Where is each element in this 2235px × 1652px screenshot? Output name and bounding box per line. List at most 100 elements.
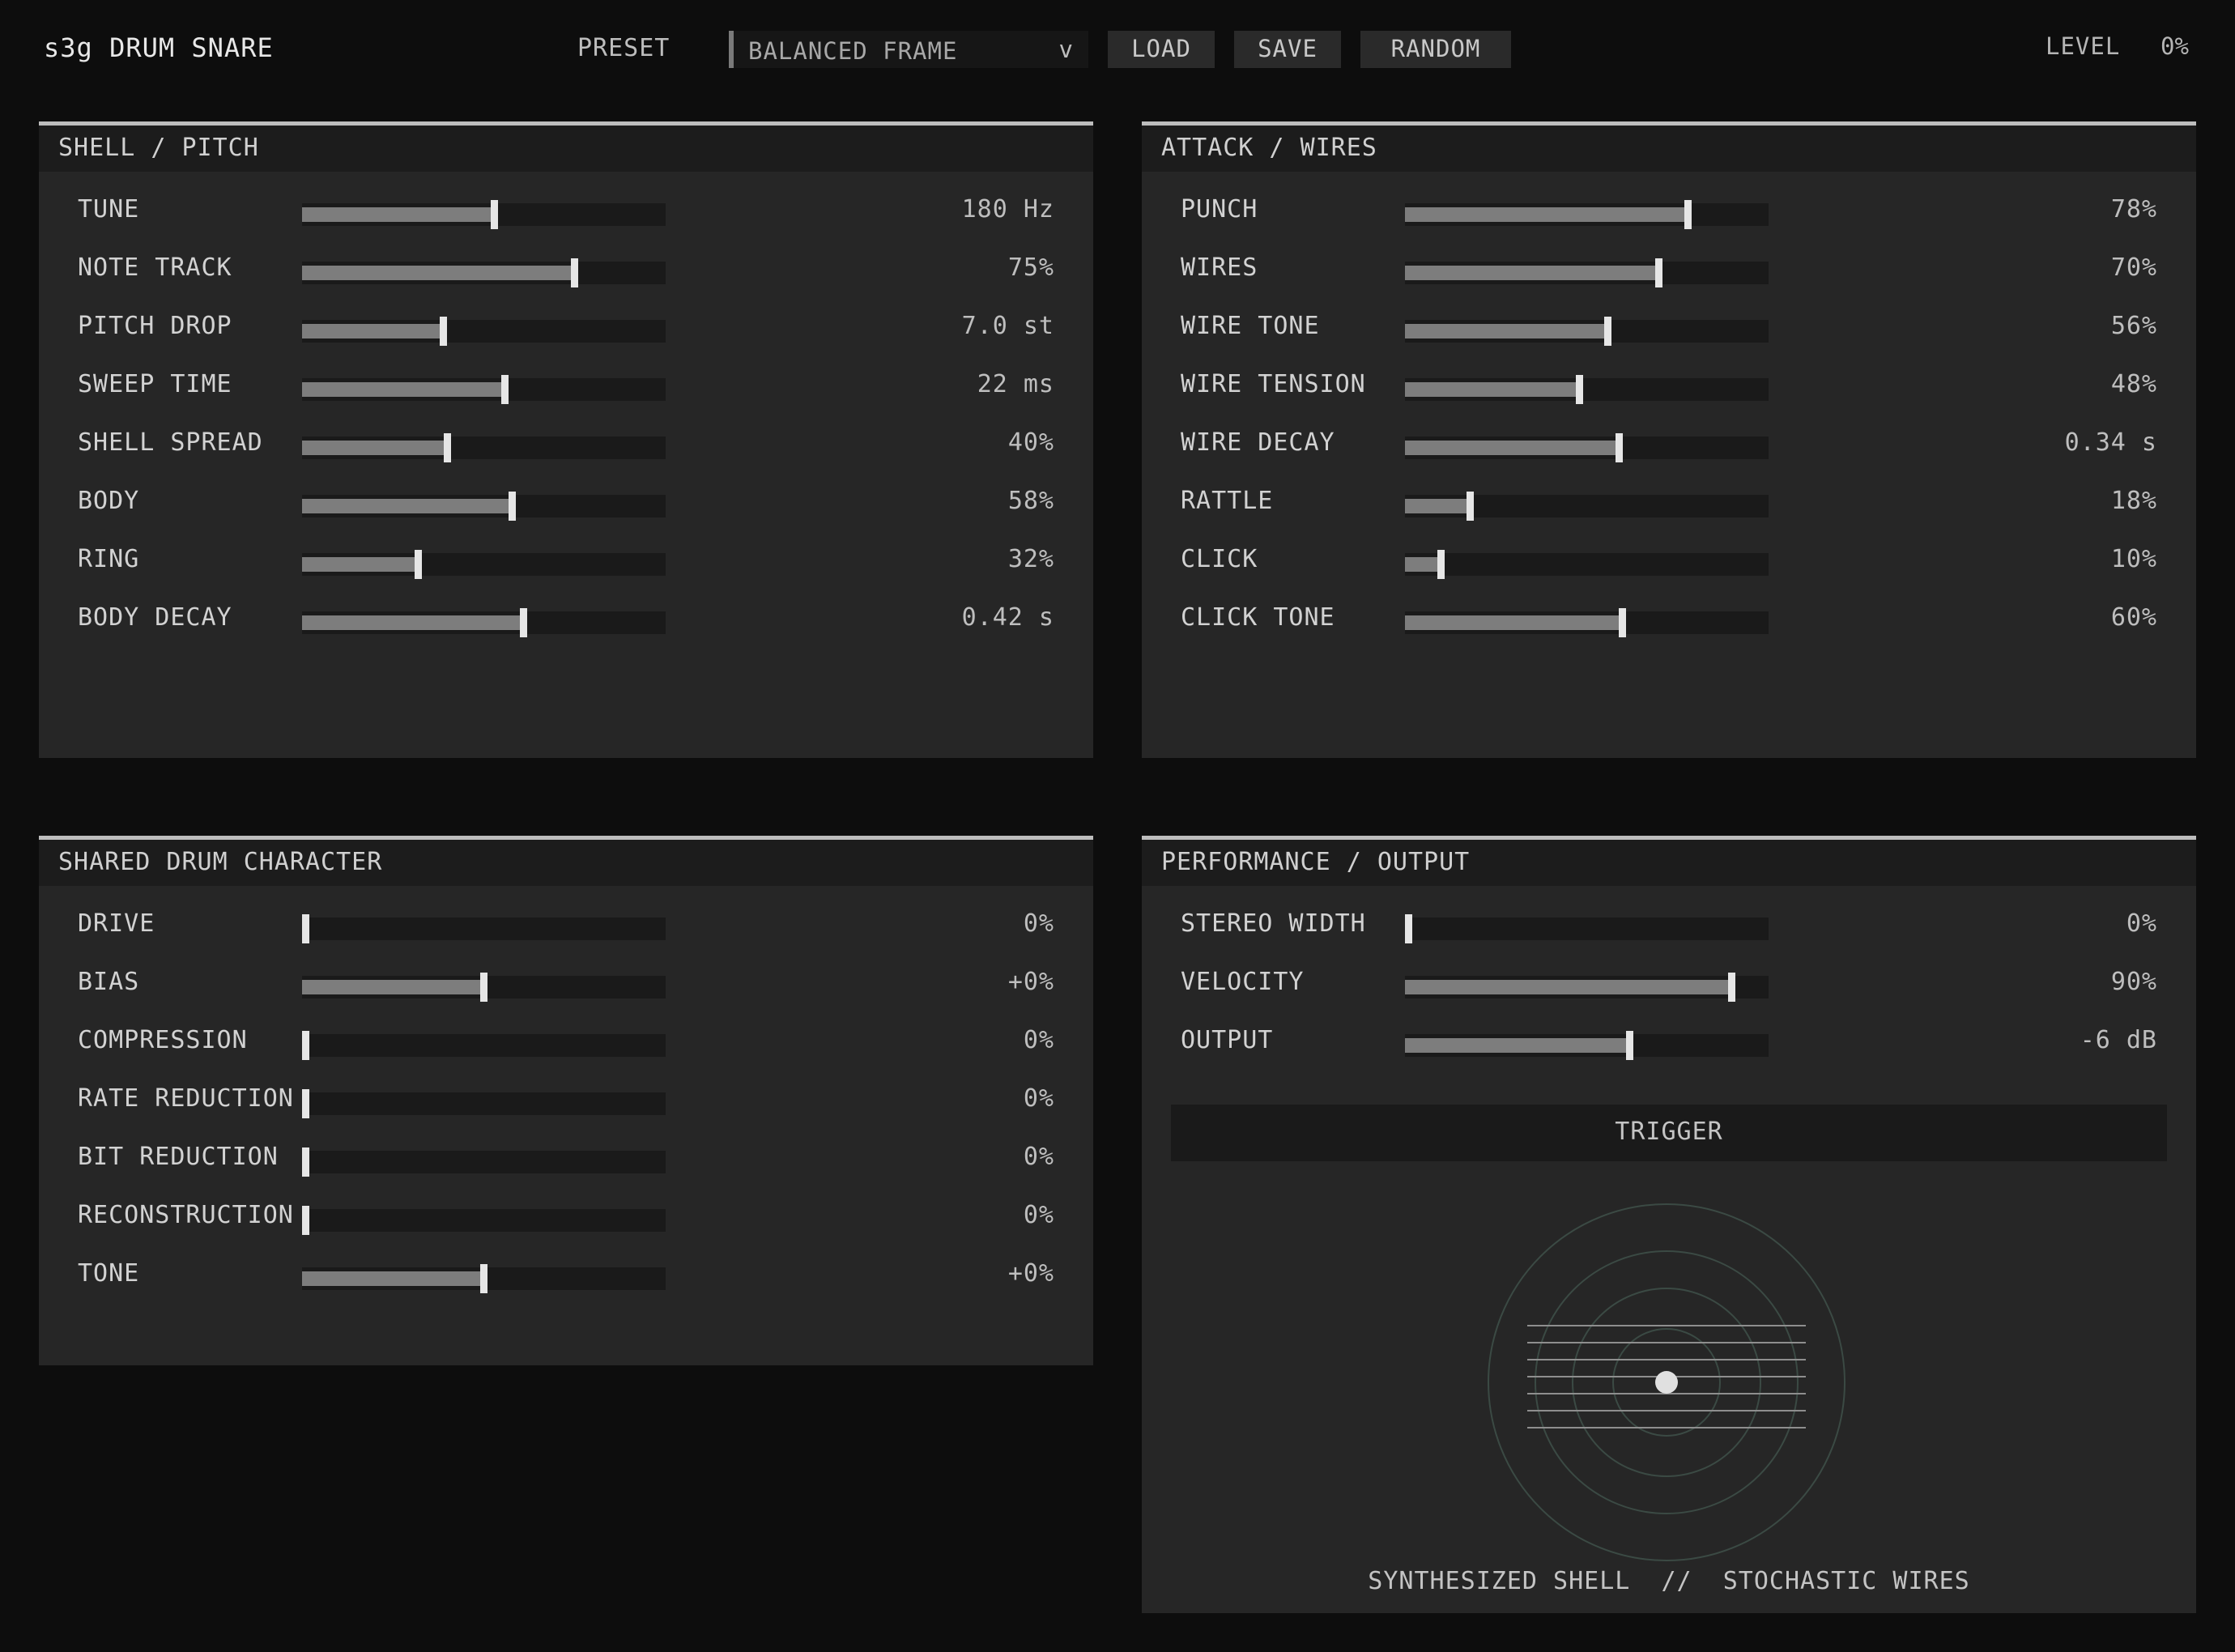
slider-thumb[interactable] — [302, 1147, 309, 1177]
param-row-click-tone: CLICK TONE 60% — [1142, 603, 2196, 637]
click-tone-slider[interactable] — [1405, 608, 1769, 637]
slider-fill — [302, 557, 419, 572]
param-label: RATE REDUCTION — [78, 1084, 294, 1113]
level-value: 0% — [2160, 32, 2189, 60]
slider-thumb[interactable] — [1405, 914, 1412, 943]
wire-tension-slider[interactable] — [1405, 375, 1769, 404]
param-row-tone: TONE +0% — [39, 1259, 1093, 1293]
tune-slider[interactable] — [302, 200, 666, 229]
slider-thumb[interactable] — [520, 608, 527, 637]
slider-thumb[interactable] — [1728, 973, 1735, 1002]
param-label: TUNE — [78, 195, 140, 224]
wire-decay-slider[interactable] — [1405, 433, 1769, 462]
compression-slider[interactable] — [302, 1031, 666, 1060]
bit-reduction-slider[interactable] — [302, 1147, 666, 1177]
slider-thumb[interactable] — [302, 1206, 309, 1235]
rate-reduction-slider[interactable] — [302, 1089, 666, 1118]
slider-thumb[interactable] — [1437, 550, 1445, 579]
param-row-rate-reduction: RATE REDUCTION 0% — [39, 1084, 1093, 1118]
param-label: RING — [78, 545, 140, 573]
slider-thumb[interactable] — [1576, 375, 1583, 404]
param-label: COMPRESSION — [78, 1026, 248, 1054]
sweep-time-slider[interactable] — [302, 375, 666, 404]
drive-slider[interactable] — [302, 914, 666, 943]
preset-value: BALANCED FRAME — [748, 37, 958, 65]
param-label: CLICK TONE — [1181, 603, 1335, 632]
punch-slider[interactable] — [1405, 200, 1769, 229]
param-row-pitch-drop: PITCH DROP 7.0 st — [39, 312, 1093, 346]
performance-output-panel: PERFORMANCE / OUTPUT TRIGGER SYNTHESIZED… — [1142, 836, 2196, 1613]
slider-thumb[interactable] — [1467, 492, 1474, 521]
param-row-body: BODY 58% — [39, 487, 1093, 521]
velocity-slider[interactable] — [1405, 973, 1769, 1002]
rattle-slider[interactable] — [1405, 492, 1769, 521]
output-slider[interactable] — [1405, 1031, 1769, 1060]
preset-dropdown[interactable]: BALANCED FRAME v — [729, 31, 1088, 68]
slider-thumb[interactable] — [491, 200, 498, 229]
trigger-button[interactable]: TRIGGER — [1171, 1105, 2167, 1161]
note-track-slider[interactable] — [302, 258, 666, 287]
param-value: +0% — [1007, 1259, 1054, 1288]
param-value: 10% — [2110, 545, 2157, 573]
viz-center-dot — [1655, 1371, 1678, 1394]
slider-thumb[interactable] — [440, 317, 447, 346]
param-row-velocity: VELOCITY 90% — [1142, 968, 2196, 1002]
panel-title: SHELL / PITCH — [39, 126, 1093, 172]
slider-fill — [302, 266, 575, 280]
param-value: 0% — [1023, 1201, 1054, 1229]
slider-thumb[interactable] — [302, 1031, 309, 1060]
shell-spread-slider[interactable] — [302, 433, 666, 462]
engine-caption: SYNTHESIZED SHELL // STOCHASTIC WIRES — [1368, 1567, 1970, 1595]
body-slider[interactable] — [302, 492, 666, 521]
slider-thumb[interactable] — [480, 1264, 487, 1293]
reconstruction-slider[interactable] — [302, 1206, 666, 1235]
slider-thumb[interactable] — [1604, 317, 1611, 346]
wires-slider[interactable] — [1405, 258, 1769, 287]
param-value: 0% — [1023, 1084, 1054, 1113]
slider-thumb[interactable] — [509, 492, 516, 521]
slider-fill — [1405, 441, 1620, 455]
param-label: OUTPUT — [1181, 1026, 1274, 1054]
bias-slider[interactable] — [302, 973, 666, 1002]
slider-thumb[interactable] — [480, 973, 487, 1002]
pitch-drop-slider[interactable] — [302, 317, 666, 346]
param-row-tune: TUNE 180 Hz — [39, 195, 1093, 229]
snare-visualizer — [1488, 1203, 1845, 1561]
preset-label: PRESET — [577, 34, 670, 62]
tone-slider[interactable] — [302, 1264, 666, 1293]
param-value: 0% — [1023, 1026, 1054, 1054]
ring-slider[interactable] — [302, 550, 666, 579]
param-row-click: CLICK 10% — [1142, 545, 2196, 579]
param-label: WIRE DECAY — [1181, 428, 1335, 457]
slider-thumb[interactable] — [302, 1089, 309, 1118]
slider-fill — [302, 980, 484, 994]
wire-tone-slider[interactable] — [1405, 317, 1769, 346]
slider-thumb[interactable] — [1684, 200, 1692, 229]
param-label: NOTE TRACK — [78, 253, 232, 282]
param-label: SWEEP TIME — [78, 370, 232, 398]
slider-thumb[interactable] — [415, 550, 422, 579]
body-decay-slider[interactable] — [302, 608, 666, 637]
param-value: 32% — [1007, 545, 1054, 573]
param-value: 0.42 s — [961, 603, 1054, 632]
param-row-punch: PUNCH 78% — [1142, 195, 2196, 229]
param-label: PITCH DROP — [78, 312, 232, 340]
slider-thumb[interactable] — [571, 258, 578, 287]
slider-thumb[interactable] — [1616, 433, 1623, 462]
slider-thumb[interactable] — [444, 433, 451, 462]
random-button[interactable]: RANDOM — [1360, 31, 1511, 68]
slider-thumb[interactable] — [501, 375, 509, 404]
param-row-ring: RING 32% — [39, 545, 1093, 579]
param-label: BODY DECAY — [78, 603, 232, 632]
slider-thumb[interactable] — [302, 914, 309, 943]
slider-fill — [1405, 382, 1580, 397]
slider-thumb[interactable] — [1655, 258, 1662, 287]
save-button[interactable]: SAVE — [1234, 31, 1341, 68]
click-slider[interactable] — [1405, 550, 1769, 579]
slider-thumb[interactable] — [1619, 608, 1626, 637]
stereo-width-slider[interactable] — [1405, 914, 1769, 943]
slider-thumb[interactable] — [1626, 1031, 1633, 1060]
param-value: 0% — [1023, 1143, 1054, 1171]
load-button[interactable]: LOAD — [1108, 31, 1215, 68]
param-label: WIRE TENSION — [1181, 370, 1366, 398]
